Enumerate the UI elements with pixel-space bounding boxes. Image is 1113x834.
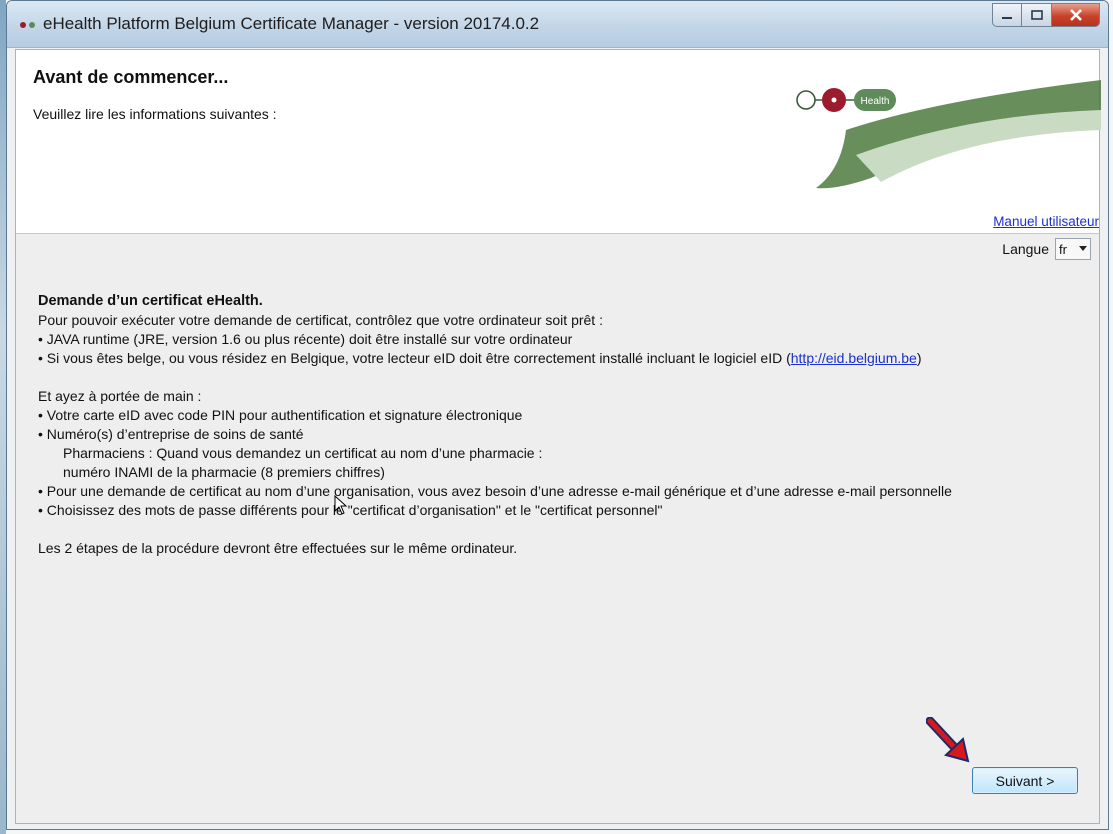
next-button[interactable]: Suivant > [972,767,1078,794]
language-value: fr [1059,241,1067,257]
requirement-java: • JAVA runtime (JRE, version 1.6 ou plus… [38,331,573,347]
ehealth-logo: Health [796,80,1101,189]
list-item: • Choisissez des mots de passe différent… [38,502,663,518]
user-manual-link[interactable]: Manuel utilisateur [993,214,1099,229]
footer-note: Les 2 étapes de la procédure devront êtr… [38,540,518,556]
minimize-icon [1002,17,1012,19]
close-icon [1069,9,1082,21]
language-label: Langue [1002,241,1049,257]
close-button[interactable] [1052,3,1100,27]
maximize-button[interactable] [1022,3,1052,27]
list-subitem: numéro INAMI de la pharmacie (8 premiers… [63,464,385,480]
list-item: • Pour une demande de certificat au nom … [38,483,952,499]
app-icon [20,22,35,28]
eid-link[interactable]: http://eid.belgium.be [791,350,917,366]
mouse-cursor-icon [334,495,348,515]
section-title: Demande d’un certificat eHealth. [38,293,263,309]
header-panel: Avant de commencer... Veuillez lire les … [16,50,1101,234]
list-item: • Votre carte eID avec code PIN pour aut… [38,407,523,423]
list-item: • Numéro(s) d’entreprise de soins de san… [38,426,304,442]
page-title: Avant de commencer... [33,67,229,87]
chevron-down-icon [1079,246,1087,251]
annotation-arrow-icon [926,717,970,763]
window-title: eHealth Platform Belgium Certificate Man… [43,14,540,33]
logo-text: Health [861,96,890,107]
list-subitem: Pharmaciens : Quand vous demandez un cer… [63,445,543,461]
language-select[interactable]: fr [1055,238,1091,260]
page-subtitle: Veuillez lire les informations suivantes… [33,106,277,122]
language-selector-row: Langue fr [1002,238,1091,260]
client-area: Avant de commencer... Veuillez lire les … [15,49,1101,824]
app-window: eHealth Platform Belgium Certificate Man… [6,0,1109,830]
window-controls [992,3,1100,27]
intro-text: Pour pouvoir exécuter votre demande de c… [38,312,603,328]
maximize-icon [1030,10,1043,20]
handy-intro: Et ayez à portée de main : [38,388,202,404]
instructions-panel: Demande d’un certificat eHealth. Pour po… [38,292,1088,558]
minimize-button[interactable] [992,3,1022,27]
title-bar[interactable]: eHealth Platform Belgium Certificate Man… [7,1,1108,48]
requirement-eid: • Si vous êtes belge, ou vous résidez en… [38,350,922,366]
